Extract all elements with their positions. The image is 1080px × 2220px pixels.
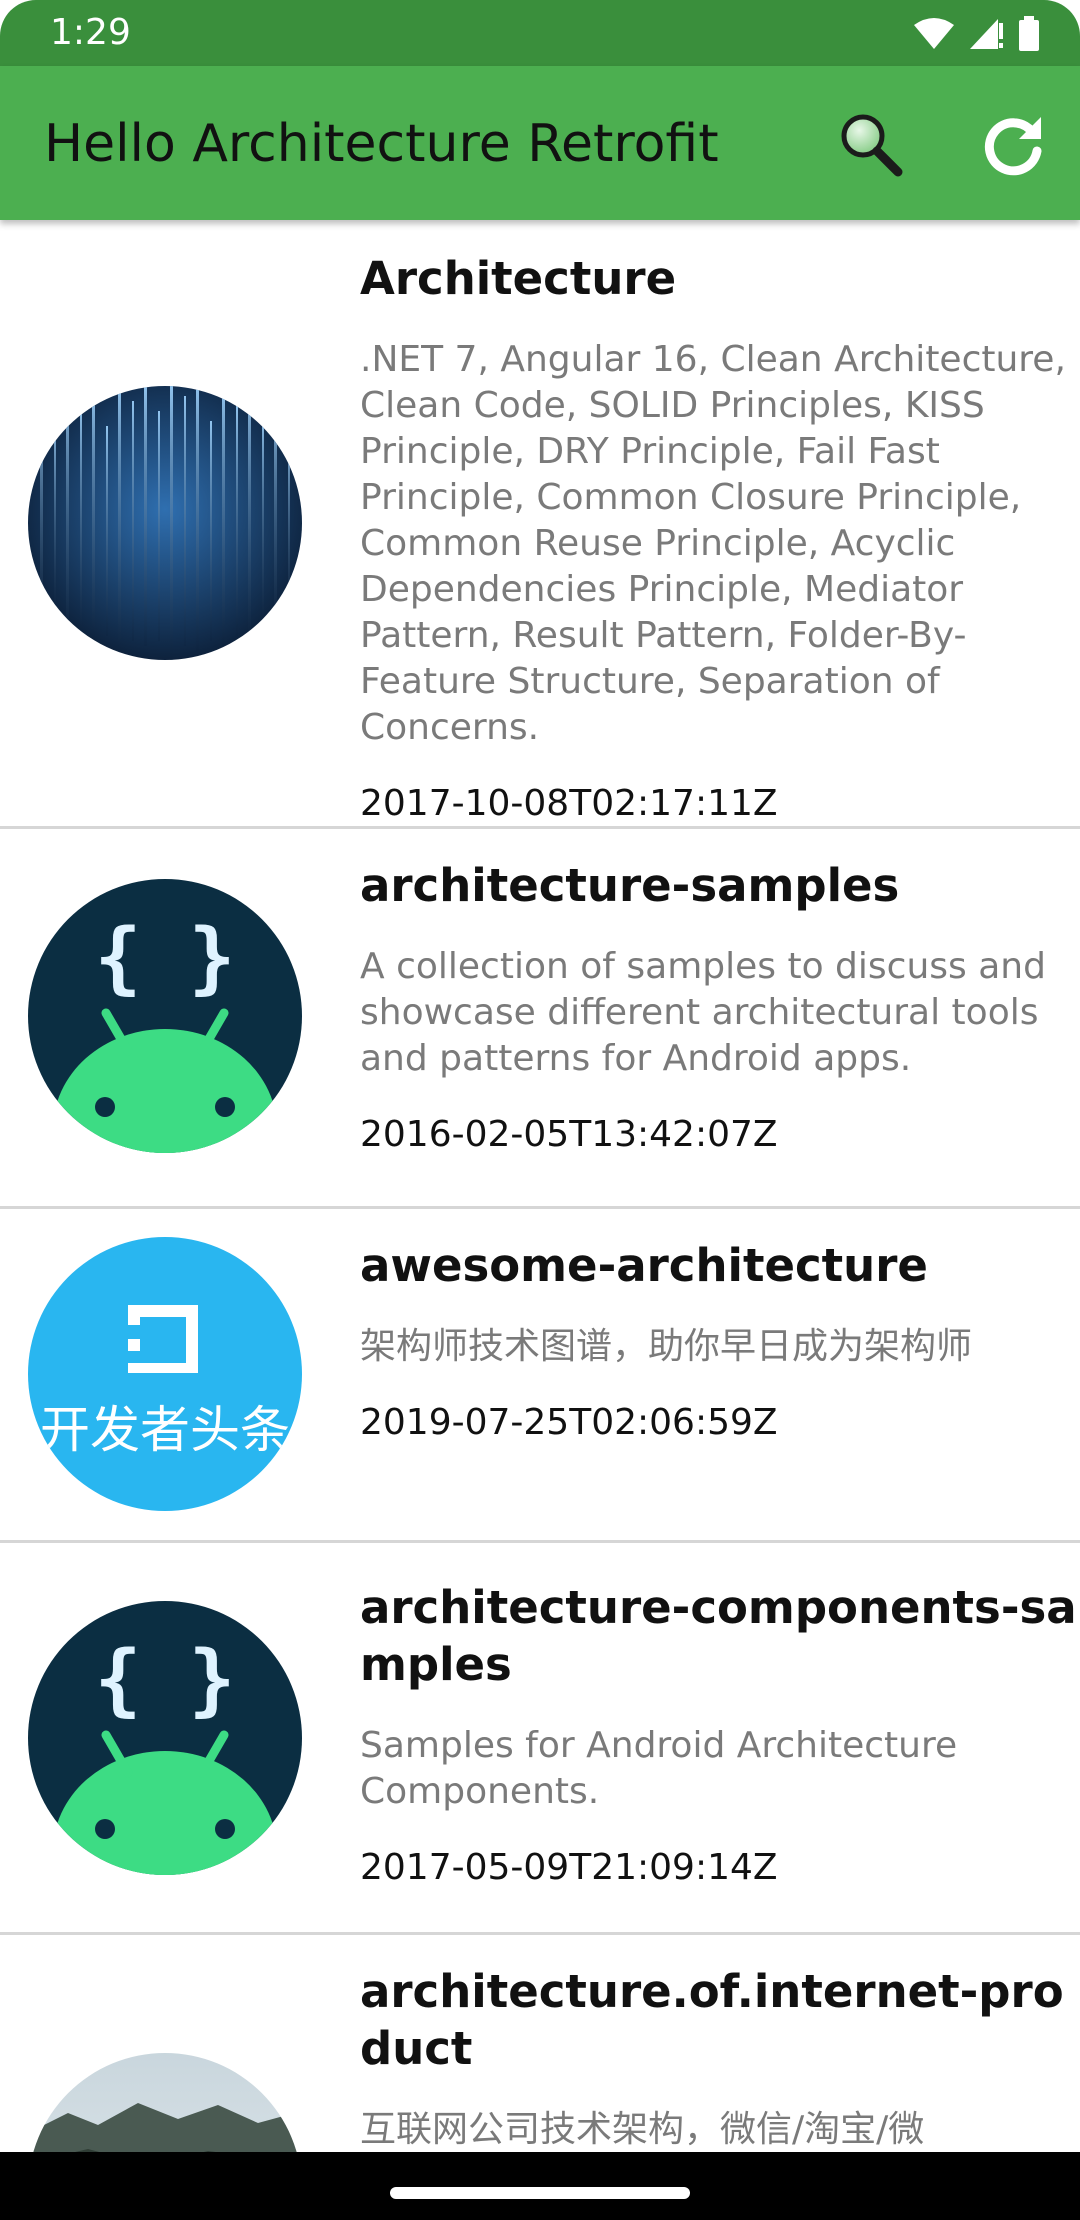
- signal-icon: [970, 19, 1003, 49]
- repo-date: 2017-05-09T21:09:14Z: [360, 1847, 778, 1888]
- refresh-icon: [984, 117, 1042, 176]
- app-title: Hello Architecture Retrofit: [44, 114, 719, 174]
- repo-description: A collection of samples to discuss and s…: [360, 946, 1046, 1079]
- status-bar: 1:29: [0, 0, 1080, 66]
- navigation-bar: [0, 2152, 1080, 2220]
- avatar-text: 开发者头条: [40, 1401, 290, 1459]
- app-bar: Hello Architecture Retrofit: [0, 66, 1080, 220]
- refresh-button[interactable]: [978, 108, 1050, 180]
- repo-text: architecture-components-samples Samples …: [360, 1579, 1080, 1891]
- repo-text: architecture-samples A collection of sam…: [360, 857, 1080, 1158]
- svg-text:{ }: { }: [95, 913, 236, 1003]
- android-braces-avatar: { }: [28, 879, 302, 1153]
- wifi-icon: [914, 18, 954, 49]
- repo-name: Architecture: [360, 252, 677, 305]
- search-icon: [841, 114, 903, 177]
- matrix-code-avatar: [28, 386, 302, 660]
- repo-text: awesome-architecture 架构师技术图谱，助你早日成为架构师 2…: [360, 1237, 1080, 1446]
- toutiao-avatar: 开发者头条: [28, 1237, 302, 1511]
- repo-list: Architecture .NET 7, Angular 16, Clean A…: [0, 220, 1080, 2152]
- repo-description: .NET 7, Angular 16, Clean Architecture, …: [360, 339, 1066, 748]
- list-item[interactable]: Architecture .NET 7, Angular 16, Clean A…: [0, 220, 1080, 829]
- repo-date: 2017-10-08T02:17:11Z: [360, 783, 778, 824]
- repo-name: awesome-architecture: [360, 1239, 928, 1292]
- list-item[interactable]: 开发者头条 awesome-architecture 架构师技术图谱，助你早日成…: [0, 1209, 1080, 1543]
- status-icons: [914, 14, 1040, 54]
- repo-text: Architecture .NET 7, Angular 16, Clean A…: [360, 250, 1080, 827]
- repo-name: architecture-components-samples: [360, 1581, 1077, 1691]
- list-item[interactable]: architecture.of.internet-product 互联网公司技术…: [0, 1935, 1080, 2152]
- repo-name: architecture.of.internet-product: [360, 1965, 1064, 2075]
- repo-description: 架构师技术图谱，助你早日成为架构师: [360, 1326, 973, 1367]
- repo-description: 互联网公司技术架构，微信/淘宝/微: [360, 2109, 925, 2150]
- repo-date: 2019-07-25T02:06:59Z: [360, 1402, 778, 1443]
- repo-text: architecture.of.internet-product 互联网公司技术…: [360, 1963, 1080, 2152]
- android-braces-avatar: { }: [28, 1601, 302, 1875]
- repo-description: Samples for Android Architecture Compone…: [360, 1725, 958, 1812]
- home-handle[interactable]: [390, 2187, 690, 2199]
- svg-text:{ }: { }: [95, 1635, 236, 1725]
- list-item[interactable]: { } architecture-samples A collection of…: [0, 829, 1080, 1209]
- list-item[interactable]: { } architecture-components-samples Samp…: [0, 1543, 1080, 1935]
- repo-name: architecture-samples: [360, 859, 900, 912]
- status-time: 1:29: [50, 12, 131, 53]
- search-button[interactable]: [834, 108, 906, 180]
- battery-icon: [1019, 16, 1039, 51]
- mountain-avatar: [28, 2053, 302, 2152]
- repo-date: 2016-02-05T13:42:07Z: [360, 1114, 778, 1155]
